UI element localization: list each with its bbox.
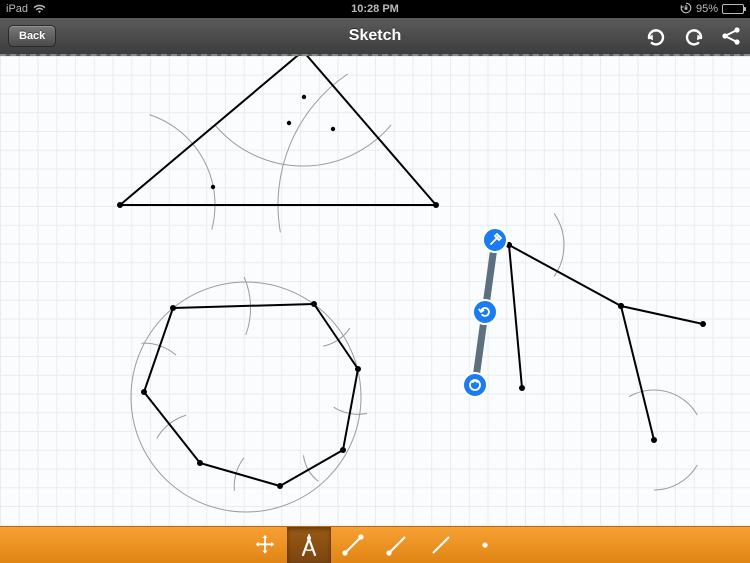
battery-icon (722, 4, 744, 14)
compass-tool[interactable] (287, 527, 331, 563)
battery-pct: 95% (696, 3, 718, 15)
back-button[interactable]: Back (8, 25, 56, 47)
nav-bar: Back Sketch (0, 18, 750, 56)
point-tool[interactable] (463, 527, 507, 563)
ios-status-bar: iPad 10:28 PM 95% (0, 0, 750, 18)
wifi-icon (33, 4, 46, 14)
rotation-lock-icon (680, 2, 692, 17)
redo-button[interactable] (682, 26, 706, 46)
ray-point-tool[interactable] (375, 527, 419, 563)
bottom-toolbar (0, 526, 750, 563)
undo-button[interactable] (644, 26, 668, 46)
device-label: iPad (6, 3, 28, 15)
segment-endpoint-tool[interactable] (331, 527, 375, 563)
page-title: Sketch (0, 27, 750, 45)
share-button[interactable] (720, 26, 742, 46)
move-tool[interactable] (243, 527, 287, 563)
status-time: 10:28 PM (0, 3, 750, 15)
line-tool[interactable] (419, 527, 463, 563)
sketch-canvas[interactable] (0, 56, 750, 526)
